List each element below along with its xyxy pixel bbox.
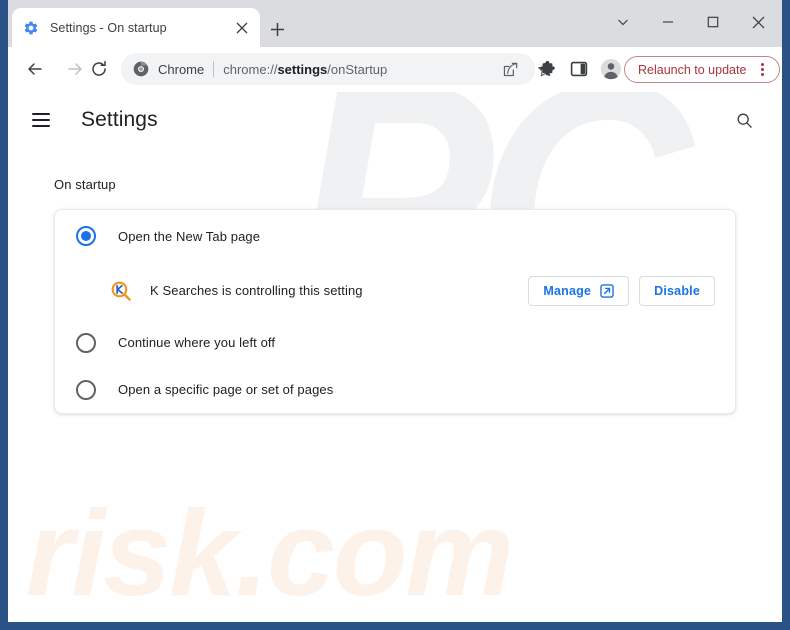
manage-button[interactable]: Manage: [528, 275, 630, 306]
share-icon[interactable]: [498, 57, 522, 81]
plus-icon: [270, 22, 284, 36]
radio-button-unselected[interactable]: [76, 379, 96, 400]
minimize-button[interactable]: [646, 4, 690, 40]
window-close-button[interactable]: [736, 4, 780, 40]
gear-icon: [24, 21, 38, 34]
extension-control-notice: K Searches is controlling this setting M…: [55, 262, 735, 319]
disable-label: Disable: [654, 283, 700, 298]
new-tab-button[interactable]: [264, 16, 290, 42]
tabstrip-right-edge: [782, 0, 790, 47]
radio-button-unselected[interactable]: [76, 332, 96, 353]
browser-window: Settings - On startup Chrome chrome://se…: [0, 0, 790, 630]
url-suffix: /onStartup: [327, 61, 388, 77]
close-icon: [236, 22, 248, 33]
profile-avatar-icon[interactable]: [599, 57, 623, 81]
tab-close-icon[interactable]: [232, 18, 252, 38]
reload-icon: [92, 60, 106, 76]
tab-title: Settings - On startup: [50, 20, 167, 35]
hamburger-line: [32, 125, 50, 127]
relaunch-to-update-button[interactable]: Relaunch to update: [624, 56, 781, 83]
option-label: Open the New Tab page: [118, 228, 261, 244]
dot: [760, 73, 764, 76]
url-bold-part: settings: [277, 61, 328, 77]
external-link-icon: [600, 283, 614, 298]
chevron-down-icon: [618, 19, 628, 26]
hamburger-line: [32, 113, 50, 115]
side-panel-icon[interactable]: [567, 57, 591, 81]
settings-page: PC risk.com Settings On startup Open the…: [8, 92, 782, 622]
reload-button[interactable]: [84, 54, 114, 84]
k-searches-magnifier-icon: [111, 281, 131, 301]
avatar-glyph-icon: [600, 58, 622, 80]
chrome-logo-icon: [133, 61, 149, 77]
search-icon[interactable]: [732, 108, 756, 132]
omnibox-divider: [213, 61, 215, 77]
url-prefix: chrome://: [223, 61, 278, 77]
maximize-button[interactable]: [691, 4, 735, 40]
relaunch-label: Relaunch to update: [638, 62, 747, 77]
option-label: Open a specific page or set of pages: [118, 382, 334, 397]
extensions-puzzle-icon[interactable]: [535, 57, 559, 81]
on-startup-card: Open the New Tab page K Searches is cont…: [54, 209, 736, 414]
tab-strip: Settings - On startup: [0, 0, 790, 47]
share-glyph-icon: [503, 62, 517, 76]
three-dots-vertical-icon[interactable]: [755, 62, 769, 78]
omnibox-scheme-label: Chrome: [158, 61, 205, 77]
arrow-left-icon: [28, 63, 42, 75]
omnibox-url: chrome://settings/onStartup: [223, 62, 527, 77]
disable-button[interactable]: Disable: [639, 275, 715, 306]
manage-label: Manage: [543, 283, 592, 298]
option-label: Continue where you left off: [118, 335, 276, 350]
startup-option-continue[interactable]: Continue where you left off: [55, 319, 735, 366]
hamburger-icon[interactable]: [32, 108, 56, 132]
radio-button-selected[interactable]: [76, 226, 96, 246]
startup-option-new-tab[interactable]: Open the New Tab page: [55, 210, 735, 262]
arrow-right-icon: [68, 63, 82, 75]
square-icon: [707, 16, 719, 28]
extension-notice-text: K Searches is controlling this setting: [150, 283, 363, 298]
minus-icon: [663, 21, 673, 23]
watermark-bottom: risk.com: [26, 485, 514, 621]
page-title: Settings: [81, 108, 158, 131]
browser-tab-settings[interactable]: Settings - On startup: [12, 8, 260, 47]
dot: [760, 63, 764, 66]
tab-search-button[interactable]: [601, 4, 645, 40]
dot: [760, 68, 764, 71]
side-panel-glyph-icon: [570, 61, 588, 77]
search-glyph-icon: [737, 113, 752, 128]
hamburger-line: [32, 119, 50, 121]
x-icon: [752, 16, 764, 28]
section-title: On startup: [54, 177, 116, 192]
back-button[interactable]: [20, 54, 50, 84]
settings-header: Settings: [8, 92, 782, 148]
address-bar[interactable]: Chrome chrome://settings/onStartup: [121, 53, 535, 85]
startup-option-specific-pages[interactable]: Open a specific page or set of pages: [55, 366, 735, 413]
puzzle-glyph-icon: [539, 60, 555, 75]
browser-toolbar: Chrome chrome://settings/onStartup Relau…: [8, 47, 782, 92]
tabstrip-left-edge: [0, 0, 8, 47]
